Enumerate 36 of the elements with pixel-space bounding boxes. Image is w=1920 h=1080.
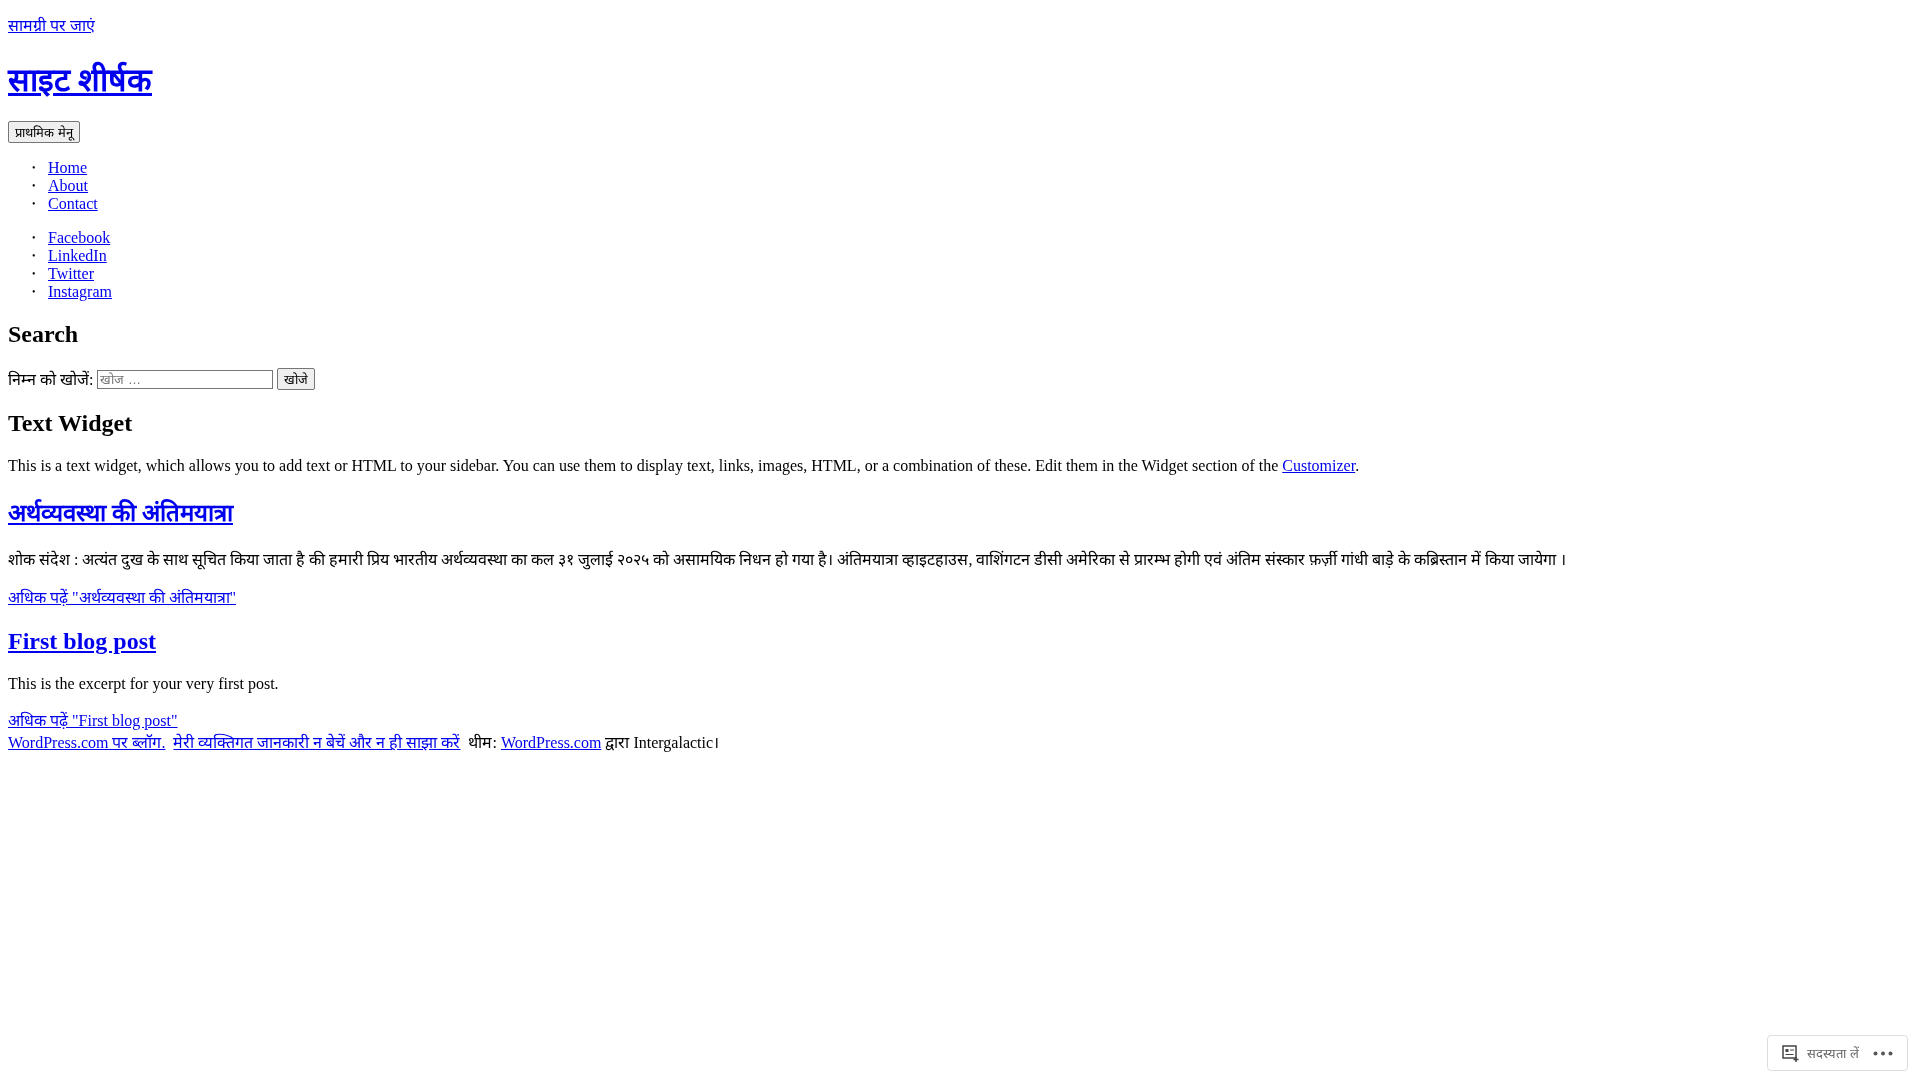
bullet: •: [32, 231, 37, 245]
reader-icon: [1782, 1044, 1800, 1062]
nav-link[interactable]: Home: [48, 159, 88, 177]
social-link[interactable]: Instagram: [48, 283, 112, 301]
skip-link[interactable]: सामग्री पर जाएं: [8, 14, 95, 36]
bullet: •: [32, 197, 37, 211]
nav-link[interactable]: Contact: [48, 195, 98, 213]
blog-link[interactable]: WordPress.com पर ब्लॉग.: [8, 731, 166, 753]
subscribe-button[interactable]: सदस्यता लें: [1782, 1042, 1859, 1064]
theme-link[interactable]: WordPress.com: [500, 734, 602, 751]
site-title[interactable]: साइट शीर्षक: [8, 62, 152, 98]
post-excerpt: This is the excerpt for your very first post.: [8, 675, 279, 692]
bullet: •: [32, 285, 37, 299]
social-link[interactable]: Facebook: [48, 229, 111, 247]
search-button[interactable]: खोजे: [277, 368, 316, 390]
bullet: •: [32, 249, 37, 263]
social-link[interactable]: Twitter: [48, 265, 94, 283]
read-more-link[interactable]: अधिक पढ़ें "First blog post": [8, 712, 178, 729]
widget-title: Search: [8, 321, 79, 347]
read-more-link[interactable]: अधिक पढ़ें "अर्थव्यवस्था की अंतिमयात्रा": [8, 589, 237, 606]
widget-title: Text Widget: [8, 410, 133, 436]
bullet: •: [32, 179, 37, 193]
social-link[interactable]: LinkedIn: [48, 247, 107, 265]
search-field[interactable]: खोज …: [97, 369, 274, 389]
menu-button[interactable]: प्राथमिक मेनू: [8, 121, 80, 143]
post-title[interactable]: अर्थव्यवस्था की अंतिमयात्रा: [8, 500, 233, 526]
nav-link[interactable]: About: [48, 177, 88, 195]
post-title[interactable]: First blog post: [8, 628, 156, 654]
bullet: •: [32, 161, 37, 175]
widget-text: This is a text widget, which allows you to add text or HTML to your sidebar. You can use them to display text, links, images, HTML, or a combination of these. Edit them in the Widget section of the Customizer.: [8, 457, 1361, 475]
theme-credit: थीम: WordPress.com द्वारा Intergalactic।: [468, 732, 720, 753]
privacy-link[interactable]: मेरी व्यक्तिगत जानकारी न बेचें और न ही साझा करें: [173, 731, 461, 753]
post-excerpt: शोक संदेश : अत्यंत दुख के साथ सूचित किया जाता है की हमारी प्रिय भारतीय अर्थव्यवस्था का कल ३१ जुलाई २०२५ को असामयिक निधन हो गया है। अंतिमयात्रा व्हाइटहाउस, वाशिंगटन डीसी अमेरिका से प्रारम्भ होगी एवं अंतिम संस्कार फ़र्ज़ी गांधी बाड़े के कब्रिस्तान में किया जायेगा ।: [8, 551, 1567, 568]
search-label: निम्न को खोजें:: [8, 369, 94, 390]
bullet: •: [32, 267, 37, 281]
more-icon[interactable]: [1873, 1050, 1893, 1056]
